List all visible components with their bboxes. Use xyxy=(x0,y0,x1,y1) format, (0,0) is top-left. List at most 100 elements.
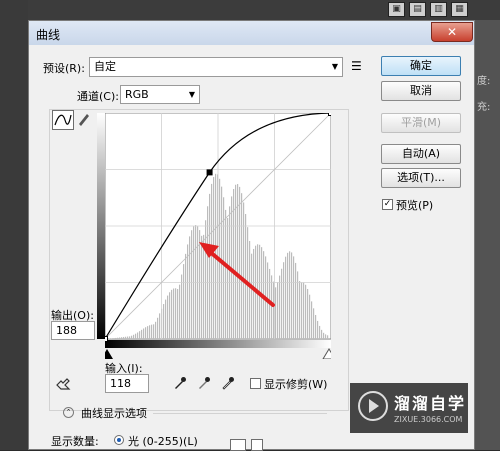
histogram-bar xyxy=(191,230,193,339)
close-button[interactable]: ✕ xyxy=(431,22,473,42)
histogram-bar xyxy=(137,332,139,339)
histogram-bar xyxy=(249,240,251,339)
grid-4x4-icon[interactable] xyxy=(230,439,246,451)
histogram-bar xyxy=(143,328,145,339)
show-clipping-checkbox[interactable] xyxy=(250,378,261,389)
preview-label: 预览(P) xyxy=(396,199,434,212)
histogram-bar xyxy=(147,326,149,339)
histogram-bar xyxy=(189,236,191,339)
histogram-bar xyxy=(327,335,329,339)
watermark-logo-icon xyxy=(358,391,388,421)
input-field[interactable]: 118 xyxy=(105,374,149,393)
histogram-bar xyxy=(275,287,277,339)
expand-collapse-icon[interactable]: ⌃ xyxy=(63,407,74,418)
histogram-bar xyxy=(291,252,293,339)
light-option-label: 光 (0-255)(L) xyxy=(128,435,198,448)
on-image-adjust-icon[interactable] xyxy=(55,376,73,392)
preset-menu-icon[interactable]: ☰ xyxy=(351,59,365,73)
histogram-bar xyxy=(241,193,243,339)
cancel-button[interactable]: 取消 xyxy=(381,81,461,101)
histogram-bar xyxy=(157,317,159,339)
white-eyedropper-icon[interactable] xyxy=(221,376,235,390)
output-gradient-bar xyxy=(97,113,105,339)
black-point-slider[interactable] xyxy=(105,349,113,359)
title-bar[interactable]: 曲线 ✕ xyxy=(29,21,474,45)
grid-10x10-icon[interactable] xyxy=(251,439,263,451)
histogram-bar xyxy=(251,253,253,339)
white-point-slider[interactable] xyxy=(322,348,331,359)
histogram-bar xyxy=(129,336,131,339)
histogram-bar xyxy=(321,329,323,339)
toolbar-icon-3[interactable]: ▥ xyxy=(430,2,447,17)
pencil-tool-icon[interactable] xyxy=(76,111,92,127)
histogram-bar xyxy=(287,252,289,339)
histogram-bar xyxy=(271,275,273,339)
histogram-bar xyxy=(195,225,197,339)
show-amount-label: 显示数量: xyxy=(51,435,99,448)
histogram-bar xyxy=(109,338,111,339)
dialog-title: 曲线 xyxy=(36,28,61,42)
histogram-bar xyxy=(153,324,155,339)
ok-button[interactable]: 确定 xyxy=(381,56,461,76)
histogram-bar xyxy=(183,264,185,339)
show-clipping-label: 显示修剪(W) xyxy=(264,378,328,391)
smooth-button[interactable]: 平滑(M) xyxy=(381,113,461,133)
curves-graph[interactable] xyxy=(105,113,331,359)
toolbar-icon-1[interactable]: ▣ xyxy=(388,2,405,17)
histogram-bar xyxy=(201,235,203,339)
histogram-bar xyxy=(141,329,143,339)
histogram-bar xyxy=(181,274,183,339)
histogram-bar xyxy=(225,209,227,339)
preview-checkbox[interactable]: ✓ xyxy=(382,199,393,210)
histogram-bar xyxy=(113,338,115,339)
histogram-bar xyxy=(203,234,205,339)
curve-control-point[interactable] xyxy=(105,336,108,342)
histogram-bar xyxy=(155,321,157,339)
histogram-bar xyxy=(169,292,171,339)
histogram-bar xyxy=(227,218,229,339)
output-field[interactable]: 188 xyxy=(51,321,95,340)
histogram-bar xyxy=(127,336,129,339)
channel-select[interactable]: RGB ▼ xyxy=(120,85,200,104)
histogram-bar xyxy=(319,325,321,339)
histogram-bar xyxy=(273,281,275,339)
histogram-bar xyxy=(285,256,287,339)
gray-eyedropper-icon[interactable] xyxy=(197,376,211,390)
preset-select[interactable]: 自定 ▼ xyxy=(89,57,343,77)
section-divider xyxy=(153,413,327,414)
histogram-bar xyxy=(315,314,317,339)
options-button[interactable]: 选项(T)... xyxy=(381,168,461,188)
histogram-bar xyxy=(239,186,241,339)
curve-point-tool-icon[interactable] xyxy=(52,110,74,130)
histogram-bar xyxy=(311,301,313,339)
toolbar-icon-2[interactable]: ▤ xyxy=(409,2,426,17)
histogram-bar xyxy=(307,288,309,339)
black-eyedropper-icon[interactable] xyxy=(173,376,187,390)
histogram-bar xyxy=(179,284,181,339)
panel-label-degree: 度: xyxy=(477,76,491,87)
curve-control-point[interactable] xyxy=(206,169,213,176)
histogram-bar xyxy=(213,177,215,339)
histogram-bar xyxy=(277,282,279,339)
histogram-bar xyxy=(185,253,187,339)
histogram-bar xyxy=(301,282,303,339)
tool-strip xyxy=(0,0,28,450)
curve-control-point[interactable] xyxy=(328,113,332,116)
histogram-bar xyxy=(313,308,315,339)
histogram-bar xyxy=(139,331,141,339)
preset-value: 自定 xyxy=(94,60,116,73)
background-panel: 度: 充: xyxy=(475,20,500,450)
histogram-bar xyxy=(119,337,121,339)
light-radio[interactable] xyxy=(114,435,124,445)
histogram-bar xyxy=(199,230,201,339)
watermark-title: 溜溜自学 xyxy=(394,394,467,413)
histogram-bar xyxy=(133,334,135,339)
toolbar-icon-4[interactable]: ▦ xyxy=(451,2,468,17)
histogram-bar xyxy=(303,282,305,339)
histogram-bar xyxy=(165,299,167,339)
chevron-down-icon: ▼ xyxy=(188,90,195,99)
panel-label-fill: 充: xyxy=(477,102,491,113)
auto-button[interactable]: 自动(A) xyxy=(381,144,461,164)
histogram-bar xyxy=(177,289,179,339)
histogram-bar xyxy=(289,251,291,339)
